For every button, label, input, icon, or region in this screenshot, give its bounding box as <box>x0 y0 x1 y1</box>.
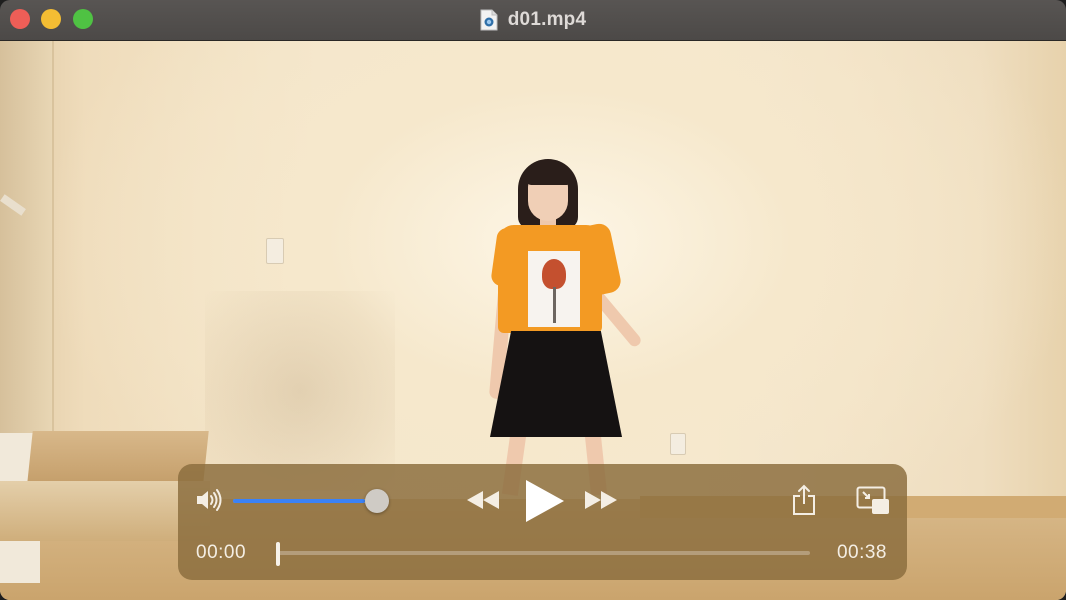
elapsed-time: 00:00 <box>196 542 247 563</box>
window-title-group: d01.mp4 <box>0 0 1066 40</box>
window-title: d01.mp4 <box>507 9 587 30</box>
title-bar[interactable]: d01.mp4 <box>0 0 1066 41</box>
picture-in-picture-icon[interactable] <box>856 486 890 516</box>
dancer-figure <box>470 159 660 496</box>
timeline-track <box>278 551 810 555</box>
volume-knob[interactable] <box>365 489 389 513</box>
play-icon[interactable] <box>522 478 566 524</box>
scene-wall-edge <box>52 41 54 481</box>
speaker-icon[interactable] <box>195 488 223 512</box>
video-file-icon <box>480 9 498 31</box>
scene-light-switch <box>266 238 284 264</box>
timeline-scrubber[interactable] <box>276 542 810 566</box>
share-icon[interactable] <box>791 484 817 516</box>
volume-fill <box>233 499 365 503</box>
quicktime-window: d01.mp4 00:00 00:38 <box>0 0 1066 600</box>
rewind-icon[interactable] <box>465 489 501 511</box>
scene-left-wall <box>0 41 52 481</box>
playback-controls: 00:00 00:38 <box>178 464 907 580</box>
volume-slider[interactable] <box>233 489 389 513</box>
remaining-time: 00:38 <box>836 542 887 563</box>
scene-outlet <box>670 433 686 455</box>
fast-forward-icon[interactable] <box>583 489 619 511</box>
scene-shadow <box>205 291 395 491</box>
playhead[interactable] <box>276 542 280 566</box>
